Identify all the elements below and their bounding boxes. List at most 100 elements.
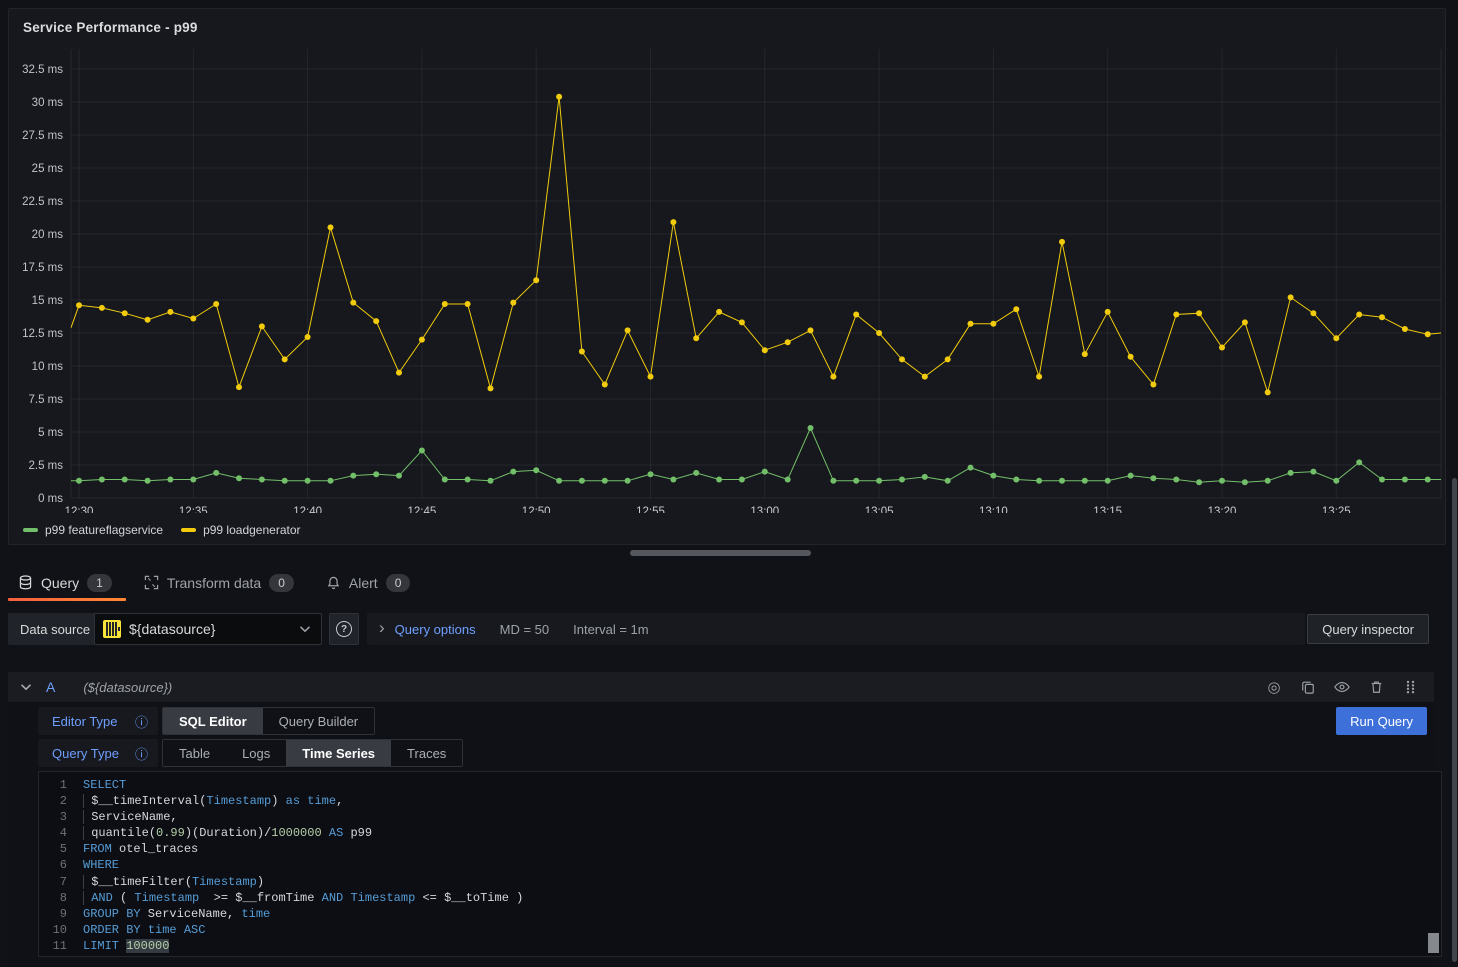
series-p99-loadgenerator (71, 94, 1441, 396)
svg-text:13:05: 13:05 (865, 506, 894, 513)
svg-text:15 ms: 15 ms (32, 295, 64, 307)
editor-type-group: SQL Editor Query Builder (162, 707, 375, 735)
tab-query-count: 1 (87, 574, 112, 592)
query-ref-id: A (46, 679, 55, 695)
query-datasource-hint: (${datasource}) (83, 680, 172, 695)
editor-type-sql-editor[interactable]: SQL Editor (163, 708, 263, 734)
code-line-1: 1SELECT (39, 777, 1441, 793)
legend-swatch-green (23, 528, 38, 532)
editor-type-query-builder[interactable]: Query Builder (263, 708, 374, 734)
query-row-actions: ◎ (1262, 675, 1422, 699)
svg-text:12:55: 12:55 (636, 506, 665, 513)
query-type-group: Table Logs Time Series Traces (162, 739, 463, 767)
svg-text:22.5 ms: 22.5 ms (22, 196, 63, 208)
legend-swatch-yellow (181, 528, 196, 532)
svg-text:13:15: 13:15 (1093, 506, 1122, 513)
query-type-row: Query Type ⓘ Table Logs Time Series Trac… (38, 739, 1434, 767)
svg-text:12:35: 12:35 (179, 506, 208, 513)
svg-text:30 ms: 30 ms (32, 97, 64, 109)
tab-transform-data[interactable]: Transform data 0 (134, 566, 308, 599)
code-line-11: 11LIMIT 100000 (39, 938, 1441, 954)
query-type-table[interactable]: Table (163, 740, 226, 766)
tab-alert[interactable]: Alert 0 (316, 566, 424, 599)
query-options-bar: › Query options MD = 50 Interval = 1m (367, 613, 1305, 645)
query-editor-body: Editor Type ⓘ SQL Editor Query Builder R… (8, 702, 1434, 767)
drag-handle-icon[interactable] (1398, 675, 1422, 699)
code-line-6: 6WHERE (39, 857, 1441, 873)
code-line-3: 3 ServiceName, (39, 809, 1441, 825)
database-icon (18, 575, 33, 590)
code-line-9: 9GROUP BY ServiceName, time (39, 906, 1441, 922)
svg-text:17.5 ms: 17.5 ms (22, 262, 63, 274)
svg-text:13:25: 13:25 (1322, 506, 1351, 513)
legend-item-featureflagservice[interactable]: p99 featureflagservice (23, 523, 163, 537)
trash-icon[interactable] (1364, 675, 1388, 699)
svg-text:10 ms: 10 ms (32, 361, 64, 373)
svg-text:13:10: 13:10 (979, 506, 1008, 513)
code-line-7: 7 $__timeFilter(Timestamp) (39, 874, 1441, 890)
svg-text:12.5 ms: 12.5 ms (22, 328, 63, 340)
tab-alert-label: Alert (349, 575, 378, 591)
datasource-label: Data source (8, 613, 102, 645)
datasource-picker[interactable]: ${datasource} (94, 613, 322, 645)
svg-text:12:30: 12:30 (65, 506, 94, 513)
query-options-interval: Interval = 1m (573, 622, 649, 637)
run-query-button[interactable]: Run Query (1336, 707, 1427, 735)
panel-title: Service Performance - p99 (23, 20, 198, 35)
code-editor-scrollbar[interactable] (1428, 933, 1439, 953)
query-type-chip: Query Type ⓘ (38, 739, 158, 767)
query-editor-card: A (${datasource}) ◎ (8, 672, 1434, 967)
chevron-down-icon (299, 625, 311, 633)
chevron-right-icon[interactable]: › (379, 618, 385, 638)
svg-text:12:45: 12:45 (408, 506, 437, 513)
help-icon: ? (336, 621, 352, 637)
query-options-md: MD = 50 (500, 622, 550, 637)
svg-text:25 ms: 25 ms (32, 163, 64, 175)
svg-text:13:00: 13:00 (750, 506, 779, 513)
code-line-10: 10ORDER BY time ASC (39, 922, 1441, 938)
editor-type-row: Editor Type ⓘ SQL Editor Query Builder R… (38, 707, 1434, 735)
svg-text:32.5 ms: 32.5 ms (22, 64, 63, 76)
datasource-row: Data source ${datasource} ? › Query opti… (8, 613, 1434, 645)
query-type-traces[interactable]: Traces (391, 740, 462, 766)
datasource-value: ${datasource} (129, 621, 291, 637)
svg-text:7.5 ms: 7.5 ms (28, 394, 63, 406)
duplicate-icon[interactable] (1296, 675, 1320, 699)
editor-type-label: Editor Type (52, 714, 118, 729)
code-line-4: 4 quantile(0.99)(Duration)/1000000 AS p9… (39, 825, 1441, 841)
query-type-logs[interactable]: Logs (226, 740, 286, 766)
svg-text:12:40: 12:40 (293, 506, 322, 513)
query-row-header[interactable]: A (${datasource}) ◎ (8, 672, 1434, 702)
target-icon[interactable]: ◎ (1262, 675, 1286, 699)
tab-query[interactable]: Query 1 (8, 566, 126, 599)
legend-item-loadgenerator[interactable]: p99 loadgenerator (181, 523, 300, 537)
horizontal-scrollbar[interactable] (630, 550, 811, 556)
vertical-scrollbar[interactable] (1452, 478, 1457, 962)
eye-icon[interactable] (1330, 675, 1354, 699)
timeseries-chart: 0 ms 2.5 ms 5 ms 7.5 ms 10 ms 12.5 ms 15 ms 17.… (9, 43, 1445, 513)
svg-text:2.5 ms: 2.5 ms (28, 460, 63, 472)
svg-text:27.5 ms: 27.5 ms (22, 130, 63, 142)
editor-type-chip: Editor Type ⓘ (38, 707, 158, 735)
svg-text:0 ms: 0 ms (38, 493, 63, 505)
query-inspector-button[interactable]: Query inspector (1307, 614, 1429, 644)
code-line-8: 8 AND ( Timestamp >= $__fromTime AND Tim… (39, 890, 1441, 906)
series-p99-featureflagservice (71, 425, 1441, 485)
code-line-5: 5FROM otel_traces (39, 841, 1441, 857)
tab-query-label: Query (41, 575, 79, 591)
sql-code-lines: 1SELECT2 $__timeInterval(Timestamp) as t… (39, 777, 1441, 954)
query-options-link[interactable]: Query options (395, 622, 476, 637)
svg-text:13:20: 13:20 (1208, 506, 1237, 513)
bell-icon (326, 575, 341, 590)
collapse-chevron-icon[interactable] (20, 683, 32, 691)
datasource-help-button[interactable]: ? (329, 613, 359, 645)
svg-text:5 ms: 5 ms (38, 427, 63, 439)
query-type-time-series[interactable]: Time Series (286, 740, 391, 766)
timeseries-panel: Service Performance - p99 0 ms 2.5 ms 5 ms… (8, 8, 1446, 545)
clickhouse-logo-icon (103, 620, 121, 638)
info-icon[interactable]: ⓘ (135, 744, 148, 763)
info-icon[interactable]: ⓘ (135, 712, 148, 731)
legend-label: p99 loadgenerator (203, 523, 300, 537)
sql-code-editor[interactable]: 1SELECT2 $__timeInterval(Timestamp) as t… (38, 771, 1442, 957)
svg-text:12:50: 12:50 (522, 506, 551, 513)
